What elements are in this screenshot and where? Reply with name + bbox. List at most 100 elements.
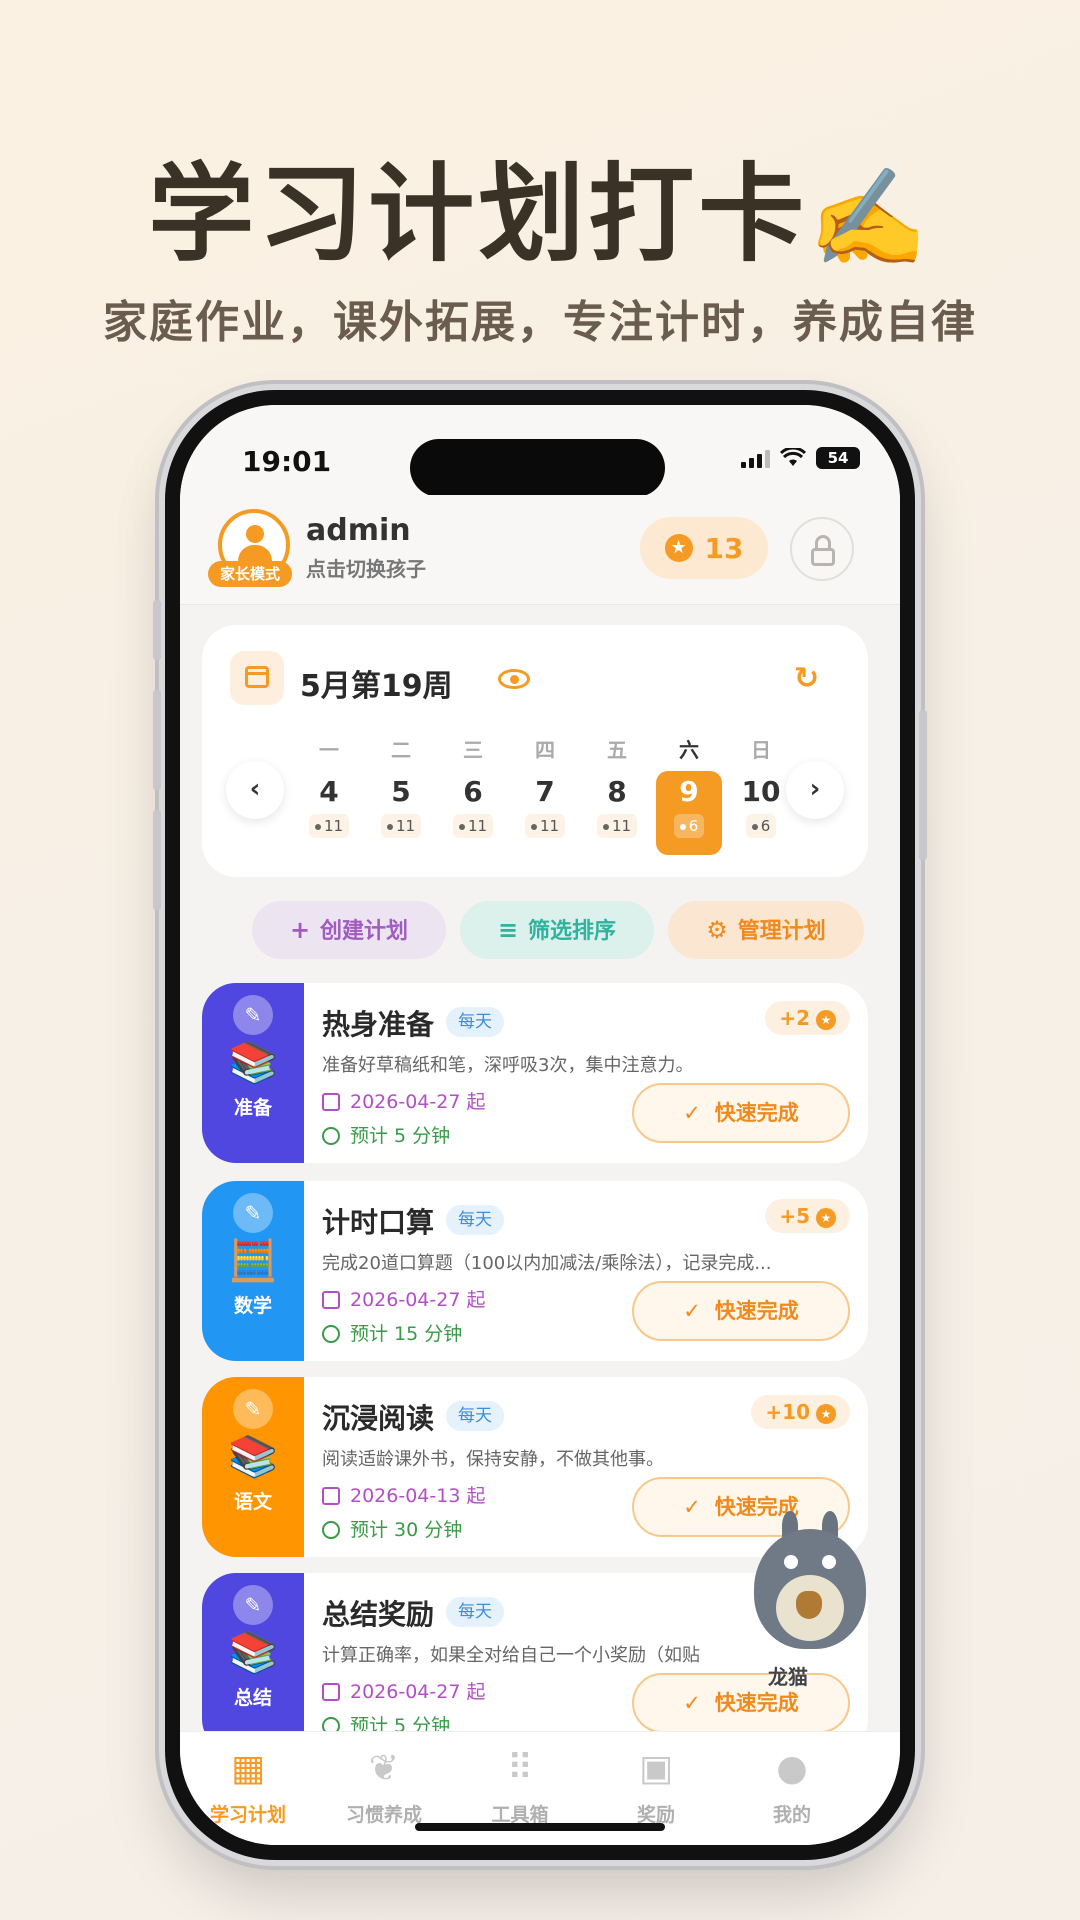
tab-habits[interactable]: ❦ 习惯养成 <box>316 1746 452 1827</box>
task-card[interactable]: ✎ 📚 准备 热身准备 每天 +2 ★ 准备好草稿纸和笔，深呼吸3次，集中注意力。… <box>202 983 868 1163</box>
day-date: 9 <box>679 775 699 808</box>
task-subject: 数学 <box>233 1295 272 1317</box>
task-subject: 语文 <box>233 1491 272 1513</box>
app-header: 家长模式 admin 点击切换孩子 ★ 13 <box>180 495 900 605</box>
task-start-date: 2026-04-27 起 <box>322 1087 485 1114</box>
mascot-eye <box>822 1555 836 1569</box>
task-duration: 预计 15 分钟 <box>322 1319 462 1346</box>
prev-week-button[interactable]: ‹ <box>226 761 284 819</box>
task-duration-text: 预计 5 分钟 <box>350 1125 451 1147</box>
lock-icon-body <box>811 548 835 566</box>
day-weekday: 一 <box>319 738 339 762</box>
day-item[interactable]: 三 6 11 <box>440 735 506 865</box>
eye-icon[interactable] <box>498 669 530 689</box>
clock-icon <box>322 1127 340 1145</box>
stars-pill[interactable]: ★ 13 <box>640 517 768 579</box>
manage-plan-label: 管理计划 <box>737 919 826 944</box>
task-card[interactable]: ✎ 🧮 数学 计时口算 每天 +5 ★ 完成20道口算题（100以内加减法/乘除法… <box>202 1181 868 1361</box>
quick-complete-button[interactable]: ✓ 快速完成 <box>632 1083 850 1143</box>
task-points-value: +10 <box>765 1400 810 1424</box>
day-date: 5 <box>391 775 411 808</box>
task-start-date: 2026-04-27 起 <box>322 1285 485 1312</box>
day-item[interactable]: 五 8 11 <box>584 735 650 865</box>
tab-study-plan[interactable]: ▦ 学习计划 <box>180 1746 316 1827</box>
action-button <box>153 600 161 660</box>
edit-icon[interactable]: ✎ <box>233 1585 273 1625</box>
day-count-value: 11 <box>395 817 416 835</box>
star-icon: ★ <box>816 1009 836 1030</box>
switch-child-hint[interactable]: 点击切换孩子 <box>306 553 426 582</box>
power-button <box>919 710 927 860</box>
filter-sort-button[interactable]: ≡ 筛选排序 <box>460 901 654 959</box>
app-screen: 19:01 54 家长模式 admin 点击切换孩子 ★ 13 5月第19周 ↻… <box>180 405 900 1845</box>
edit-icon[interactable]: ✎ <box>233 1193 273 1233</box>
status-time: 19:01 <box>242 445 332 478</box>
totoro-mascot[interactable]: 龙猫 <box>740 1505 880 1705</box>
day-count-value: 6 <box>688 817 699 835</box>
lock-button[interactable] <box>790 517 854 581</box>
task-start-date: 2026-04-27 起 <box>322 1677 485 1704</box>
tab-rewards[interactable]: ▣ 奖励 <box>588 1746 724 1827</box>
tab-toolbox[interactable]: ⠿ 工具箱 <box>452 1746 588 1827</box>
day-item[interactable]: 四 7 11 <box>512 735 578 865</box>
day-weekday: 日 <box>751 738 771 762</box>
tab-me[interactable]: ● 我的 <box>724 1746 860 1827</box>
day-date: 6 <box>463 775 483 808</box>
volume-down-button <box>153 810 161 910</box>
day-count-value: 11 <box>467 817 488 835</box>
calendar-icon <box>322 1487 340 1505</box>
task-subject: 总结 <box>233 1687 272 1709</box>
quick-complete-button[interactable]: ✓ 快速完成 <box>632 1281 850 1341</box>
tab-label: 学习计划 <box>209 1804 286 1826</box>
quick-complete-label: 快速完成 <box>714 1101 799 1125</box>
calendar-icon <box>322 1683 340 1701</box>
task-subject-strip: ✎ 🧮 数学 <box>202 1181 304 1361</box>
edit-icon[interactable]: ✎ <box>233 1389 273 1429</box>
books-icon: 📚 <box>228 1040 278 1086</box>
bottom-tab-bar: ▦ 学习计划 ❦ 习惯养成 ⠿ 工具箱 ▣ 奖励 ● 我的 <box>180 1731 900 1845</box>
task-description: 准备好草稿纸和笔，深呼吸3次，集中注意力。 <box>322 1055 694 1076</box>
books-icon: 📚 <box>228 1434 278 1480</box>
week-card: 5月第19周 ↻ ‹ › 一 4 11 二 5 11 三 6 11 四 7 11… <box>202 625 868 877</box>
clock-icon <box>322 1521 340 1539</box>
task-start-date: 2026-04-13 起 <box>322 1481 485 1508</box>
refresh-icon[interactable]: ↻ <box>794 661 819 696</box>
books-icon: 📚 <box>228 1630 278 1676</box>
day-task-count: 6 <box>745 814 777 838</box>
day-task-count: 11 <box>524 814 566 838</box>
stars-count: 13 <box>704 531 744 565</box>
filter-sort-label: 筛选排序 <box>528 919 617 944</box>
day-date: 10 <box>741 775 781 808</box>
star-icon: ★ <box>816 1207 836 1228</box>
next-week-button[interactable]: › <box>786 761 844 819</box>
gift-icon: ▣ <box>638 1748 673 1789</box>
check-icon: ✓ <box>683 1495 701 1519</box>
hero-title-text: 学习计划打卡 <box>148 153 809 276</box>
edit-icon[interactable]: ✎ <box>233 995 273 1035</box>
acorn-icon <box>796 1591 822 1619</box>
phone-frame: 19:01 54 家长模式 admin 点击切换孩子 ★ 13 5月第19周 ↻… <box>153 390 927 1860</box>
manage-plan-button[interactable]: ⚙ 管理计划 <box>668 901 864 959</box>
status-icons: 54 <box>741 447 860 469</box>
hero-subtitle: 家庭作业，课外拓展，专注计时，养成自律 <box>103 297 977 348</box>
hero-title: 学习计划打卡✍️ <box>0 128 1080 282</box>
task-frequency-badge: 每天 <box>446 1205 504 1235</box>
dynamic-island <box>410 439 665 497</box>
battery-icon: 54 <box>816 447 860 469</box>
task-subject-strip: ✎ 📚 总结 <box>202 1573 304 1753</box>
task-duration-text: 预计 15 分钟 <box>350 1323 463 1345</box>
day-item[interactable]: 一 4 11 <box>296 735 362 865</box>
day-count-value: 11 <box>323 817 344 835</box>
user-name[interactable]: admin <box>306 513 411 548</box>
create-plan-button[interactable]: + 创建计划 <box>252 901 446 959</box>
day-item-selected[interactable]: 六 9 6 <box>656 735 722 865</box>
task-description: 完成20道口算题（100以内加减法/乘除法），记录完成... <box>322 1253 772 1274</box>
task-duration: 预计 5 分钟 <box>322 1121 450 1148</box>
day-item[interactable]: 二 5 11 <box>368 735 434 865</box>
day-weekday: 三 <box>463 738 483 762</box>
clock-icon <box>322 1325 340 1343</box>
day-count-value: 11 <box>539 817 560 835</box>
status-bar: 19:01 54 <box>180 405 900 497</box>
day-task-count: 11 <box>308 814 350 838</box>
day-item[interactable]: 日 10 6 <box>728 735 794 865</box>
